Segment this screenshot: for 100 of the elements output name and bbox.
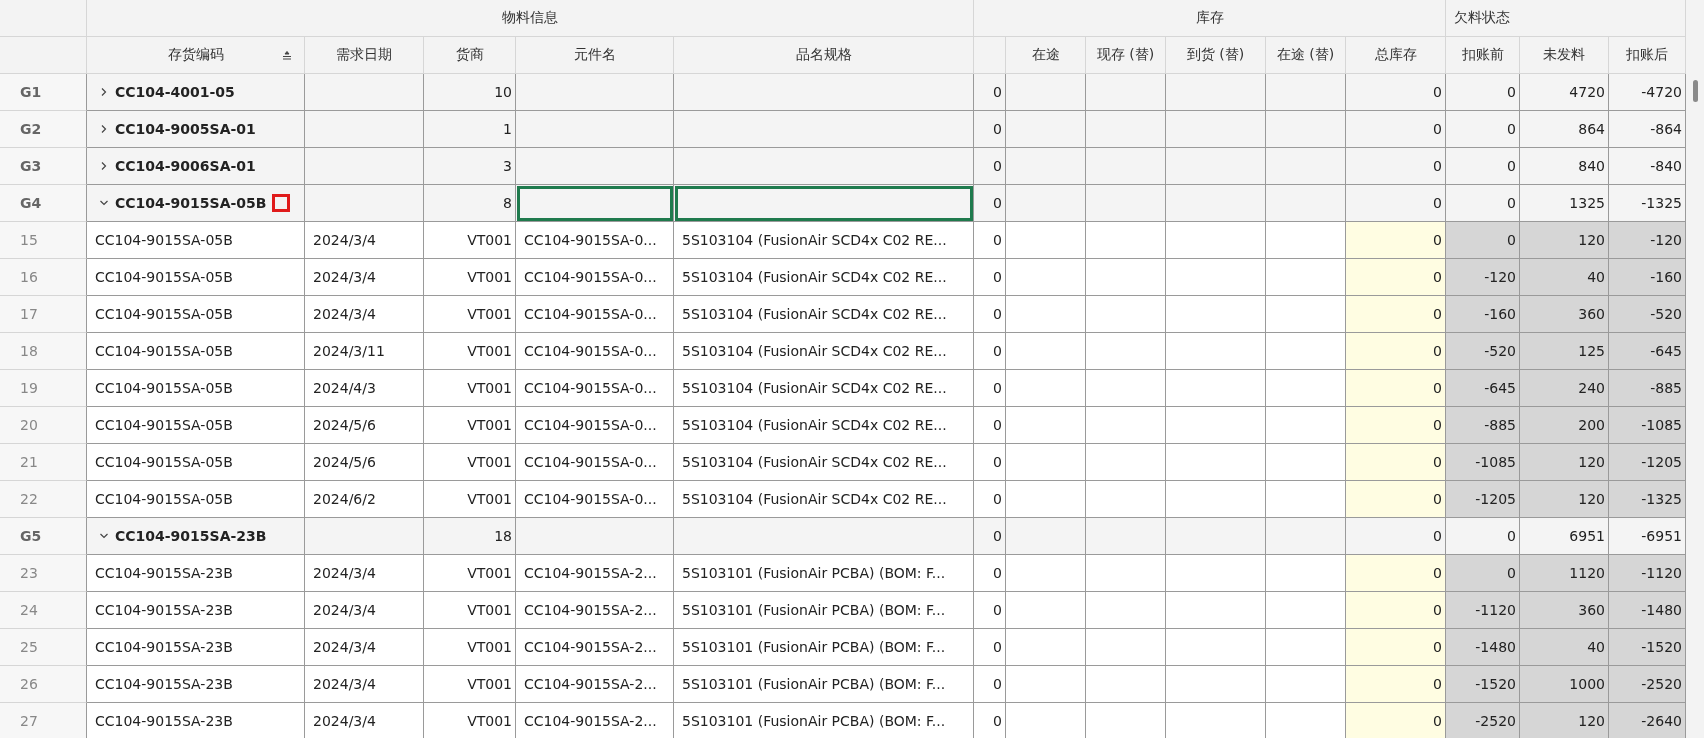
column-header[interactable]: 品名规格 (674, 37, 974, 74)
column-header[interactable]: 货商 (424, 37, 516, 74)
table-cell: 0 (1346, 592, 1446, 629)
group-code: CC104-9015SA-23B (115, 528, 267, 544)
table-cell: 5S103104 (FusionAir SCD4x C02 RE... (674, 333, 974, 370)
table-cell: CC104-9015SA-0... (516, 407, 674, 444)
table-cell: -885 (1609, 370, 1686, 407)
table-cell: 240 (1520, 370, 1609, 407)
table-cell: 5S103101 (FusionAir PCBA) (BOM: F... (674, 592, 974, 629)
table-cell: 0 (974, 592, 1006, 629)
table-cell: 4720 (1520, 74, 1609, 111)
table-cell: 5S103104 (FusionAir SCD4x C02 RE... (674, 259, 974, 296)
row-header: 25 (0, 629, 87, 666)
sort-icon[interactable] (282, 50, 292, 60)
column-header[interactable]: 在途 (1006, 37, 1086, 74)
column-header[interactable]: 扣账后 (1609, 37, 1686, 74)
column-header[interactable]: 在途 (替) (1266, 37, 1346, 74)
column-header[interactable]: 存货编码 (87, 37, 305, 74)
column-header[interactable]: 现存 (替) (1086, 37, 1166, 74)
table-cell: 0 (1346, 518, 1446, 555)
row-header: 27 (0, 703, 87, 738)
table-cell: 0 (974, 222, 1006, 259)
table-cell: CC104-9015SA-05B (87, 481, 305, 518)
table-cell: 0 (974, 666, 1006, 703)
table-cell: -520 (1609, 296, 1686, 333)
table-cell: 5S103104 (FusionAir SCD4x C02 RE... (674, 296, 974, 333)
table-cell: 6951 (1520, 518, 1609, 555)
table-cell: 5S103104 (FusionAir SCD4x C02 RE... (674, 481, 974, 518)
table-cell: 0 (1346, 629, 1446, 666)
table-cell: CC104-9015SA-05B (87, 407, 305, 444)
table-cell: 360 (1520, 296, 1609, 333)
table-cell: -2640 (1609, 703, 1686, 738)
table-cell: 40 (1520, 259, 1609, 296)
table-cell: 0 (1346, 666, 1446, 703)
column-header[interactable]: 扣账前 (1446, 37, 1520, 74)
table-cell: 120 (1520, 481, 1609, 518)
table-cell: 0 (1446, 222, 1520, 259)
table-cell: VT001 (424, 555, 516, 592)
table-cell: VT001 (424, 222, 516, 259)
table-cell: 0 (1446, 148, 1520, 185)
table-cell: 3 (424, 148, 516, 185)
table-cell: -4720 (1609, 74, 1686, 111)
group-code: CC104-9005SA-01 (115, 121, 256, 137)
chevron-down-icon[interactable] (99, 198, 109, 208)
table-cell: 0 (1346, 222, 1446, 259)
chevron-right-icon[interactable] (99, 87, 109, 97)
column-header[interactable]: 元件名 (516, 37, 674, 74)
table-cell: CC104-9015SA-05B (87, 259, 305, 296)
table-cell: 864 (1520, 111, 1609, 148)
table-cell: 120 (1520, 444, 1609, 481)
table-cell: CC104-9015SA-05B (87, 444, 305, 481)
table-cell: 0 (974, 259, 1006, 296)
table-cell: CC104-9015SA-05B (87, 333, 305, 370)
table-cell: CC104-9015SA-0... (516, 444, 674, 481)
column-header[interactable]: 需求日期 (305, 37, 424, 74)
column-group-header: 欠料状态 (1446, 0, 1686, 37)
table-cell: -1325 (1609, 481, 1686, 518)
table-cell: 5S103104 (FusionAir SCD4x C02 RE... (674, 444, 974, 481)
table-cell: 120 (1520, 703, 1609, 738)
table-cell: 840 (1520, 148, 1609, 185)
table-cell: CC104-9015SA-0... (516, 370, 674, 407)
table-cell: 2024/3/4 (305, 296, 424, 333)
table-cell: 0 (1346, 259, 1446, 296)
table-cell: 0 (1346, 148, 1446, 185)
column-header[interactable]: 未发料 (1520, 37, 1609, 74)
row-header: 15 (0, 222, 87, 259)
table-cell: 0 (974, 481, 1006, 518)
table-cell: CC104-9015SA-05B (87, 222, 305, 259)
table-cell: 0 (1446, 518, 1520, 555)
table-cell: 0 (1346, 407, 1446, 444)
table-cell: 5S103101 (FusionAir PCBA) (BOM: F... (674, 629, 974, 666)
table-cell: VT001 (424, 370, 516, 407)
table-cell: 5S103104 (FusionAir SCD4x C02 RE... (674, 370, 974, 407)
table-cell: 0 (1346, 185, 1446, 222)
table-cell: 5S103104 (FusionAir SCD4x C02 RE... (674, 407, 974, 444)
column-header[interactable]: 总库存 (1346, 37, 1446, 74)
scrollbar[interactable] (1686, 0, 1704, 738)
chevron-right-icon[interactable] (99, 161, 109, 171)
chevron-right-icon[interactable] (99, 124, 109, 134)
column-header[interactable]: 到货 (替) (1166, 37, 1266, 74)
table-cell: -160 (1446, 296, 1520, 333)
table-cell: -6951 (1609, 518, 1686, 555)
table-cell: 8 (424, 185, 516, 222)
table-cell: VT001 (424, 296, 516, 333)
table-cell: -160 (1609, 259, 1686, 296)
table-cell: 0 (1446, 555, 1520, 592)
table-cell: 1000 (1520, 666, 1609, 703)
table-cell: VT001 (424, 407, 516, 444)
table-cell: 0 (1346, 74, 1446, 111)
table-cell: -1085 (1609, 407, 1686, 444)
row-header: 17 (0, 296, 87, 333)
table-cell: 2024/4/3 (305, 370, 424, 407)
row-header: G1 (0, 74, 87, 111)
chevron-down-icon[interactable] (99, 531, 109, 541)
table-cell: CC104-9015SA-05B (87, 296, 305, 333)
table-cell: -1325 (1609, 185, 1686, 222)
table-cell: CC104-9015SA-2... (516, 666, 674, 703)
table-cell: VT001 (424, 592, 516, 629)
scrollbar-thumb[interactable] (1692, 80, 1698, 102)
table-cell: CC104-9015SA-0... (516, 222, 674, 259)
